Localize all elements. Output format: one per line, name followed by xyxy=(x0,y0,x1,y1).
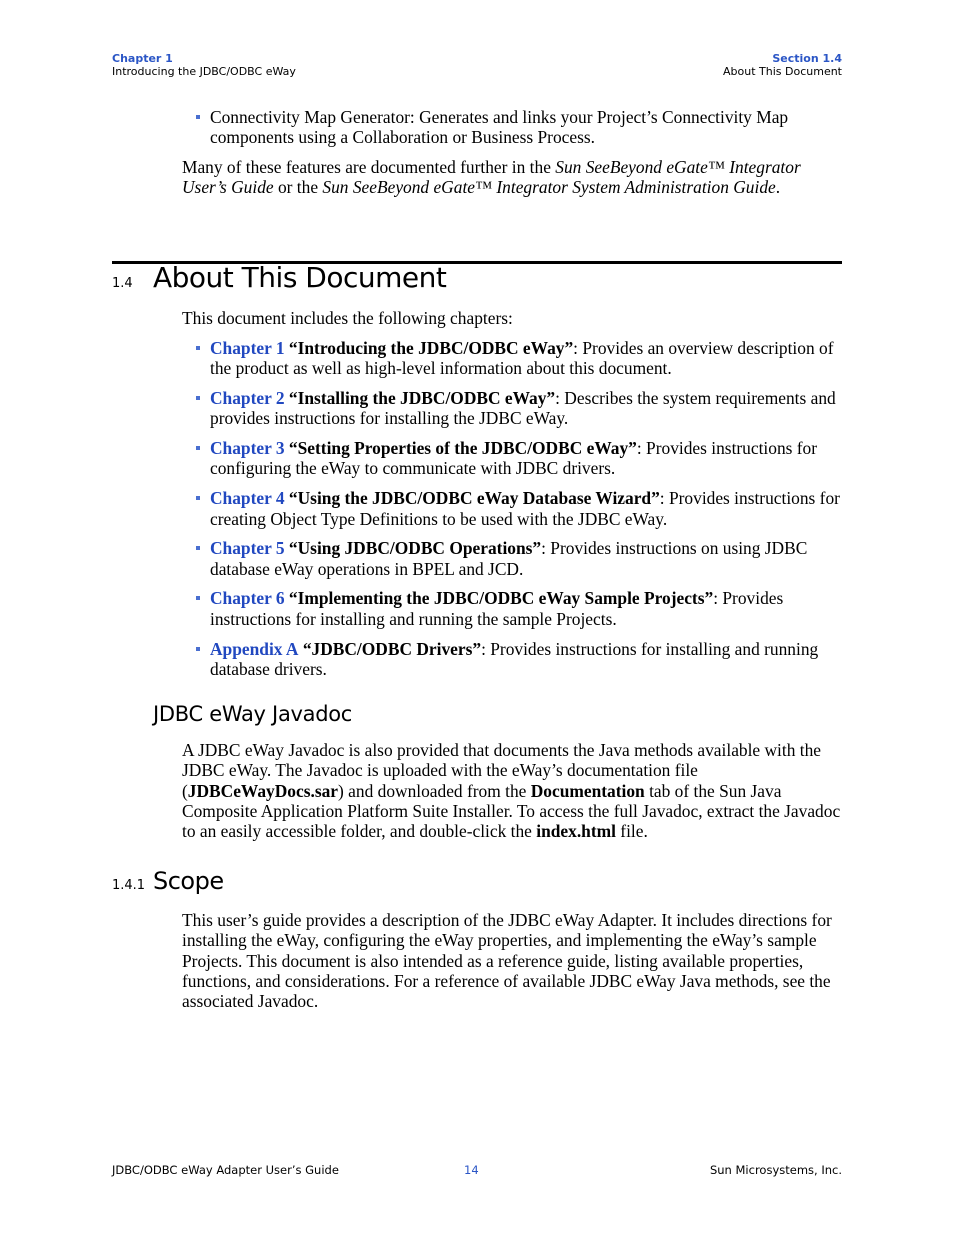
chapter-title: “Implementing the JDBC/ODBC eWay Sample … xyxy=(288,588,714,609)
javadoc-text: file. xyxy=(615,821,648,842)
subsection-title: Scope xyxy=(153,867,224,895)
chapter-title: “Introducing the JDBC/ODBC eWay” xyxy=(288,338,574,358)
intro-paragraph: Many of these features are documented fu… xyxy=(182,157,842,198)
appendix-link[interactable]: Appendix A xyxy=(210,639,298,659)
chapter-list-item: Chapter 2 “Installing the JDBC/ODBC eWay… xyxy=(196,388,844,429)
header-section-label: Section 1.4 xyxy=(772,52,842,65)
filename: index.html xyxy=(536,821,616,842)
bullet-icon xyxy=(196,115,200,119)
running-header-right: Section 1.4 About This Document xyxy=(723,52,842,78)
chapter-link[interactable]: Chapter 3 xyxy=(210,438,285,458)
section-lead: This document includes the following cha… xyxy=(182,308,513,328)
chapter-link[interactable]: Chapter 2 xyxy=(210,388,285,408)
scope-paragraph: This user’s guide provides a description… xyxy=(182,910,832,1012)
doc-reference: Sun SeeBeyond eGate™ Integrator System A… xyxy=(322,177,776,198)
chapter-title: “Using the JDBC/ODBC eWay Database Wizar… xyxy=(288,488,660,509)
running-header-left: Chapter 1 Introducing the JDBC/ODBC eWay xyxy=(112,52,296,78)
intro-text: or the xyxy=(273,177,323,198)
chapter-title: “Setting Properties of the JDBC/ODBC eWa… xyxy=(288,438,637,459)
chapter-list-item: Appendix A “JDBC/ODBC Drivers”: Provides… xyxy=(196,639,844,680)
section-title: About This Document xyxy=(153,261,447,294)
bullet-icon xyxy=(196,546,200,551)
chapter-list-item: Chapter 3 “Setting Properties of the JDB… xyxy=(196,438,844,479)
chapter-list-item: Chapter 1 “Introducing the JDBC/ODBC eWa… xyxy=(196,338,844,379)
bullet-icon xyxy=(196,396,200,401)
bullet-icon xyxy=(196,446,200,451)
header-chapter-title: Introducing the JDBC/ODBC eWay xyxy=(112,65,296,78)
tab-name: Documentation xyxy=(530,780,645,801)
chapter-list-item: Chapter 5 “Using JDBC/ODBC Operations”: … xyxy=(196,538,844,579)
footer-company: Sun Microsystems, Inc. xyxy=(709,1163,842,1177)
chapter-description: : Provides instructions for installing a… xyxy=(210,638,819,679)
filename: JDBCeWayDocs.sar xyxy=(187,780,339,801)
bullet-icon xyxy=(196,646,200,651)
chapter-link[interactable]: Chapter 6 xyxy=(210,588,285,608)
header-section-title: About This Document xyxy=(723,65,842,78)
intro-text: . xyxy=(775,177,781,198)
chapter-list-item: Chapter 6 “Implementing the JDBC/ODBC eW… xyxy=(196,588,844,629)
footer-doc-title: JDBC/ODBC eWay Adapter User’s Guide xyxy=(112,1163,339,1177)
bullet-icon xyxy=(196,496,200,501)
intro-text: Many of these features are documented fu… xyxy=(182,157,556,177)
bullet-icon xyxy=(196,596,200,601)
header-chapter-label: Chapter 1 xyxy=(112,52,173,65)
chapter-list: Chapter 1 “Introducing the JDBC/ODBC eWa… xyxy=(196,338,844,689)
chapter-link[interactable]: Chapter 1 xyxy=(210,338,285,358)
javadoc-heading: JDBC eWay Javadoc xyxy=(153,702,353,726)
chapter-list-item: Chapter 4 “Using the JDBC/ODBC eWay Data… xyxy=(196,488,844,529)
bullet-icon xyxy=(196,346,200,350)
chapter-title: “Installing the JDBC/ODBC eWay” xyxy=(288,388,556,409)
list-item: Connectivity Map Generator: Generates an… xyxy=(196,107,844,148)
intro-bullet-list: Connectivity Map Generator: Generates an… xyxy=(196,107,844,157)
section-number: 1.4 xyxy=(112,276,133,291)
javadoc-paragraph: A JDBC eWay Javadoc is also provided tha… xyxy=(182,740,842,841)
chapter-title: “JDBC/ODBC Drivers” xyxy=(302,638,482,659)
javadoc-text: ) and downloaded from the xyxy=(338,780,531,801)
subsection-number: 1.4.1 xyxy=(112,878,146,893)
page-number: 14 xyxy=(464,1163,479,1177)
chapter-title: “Using JDBC/ODBC Operations” xyxy=(288,538,542,559)
chapter-link[interactable]: Chapter 4 xyxy=(210,488,285,508)
intro-bullet-text: Connectivity Map Generator: Generates an… xyxy=(210,107,789,148)
chapter-link[interactable]: Chapter 5 xyxy=(210,538,285,558)
